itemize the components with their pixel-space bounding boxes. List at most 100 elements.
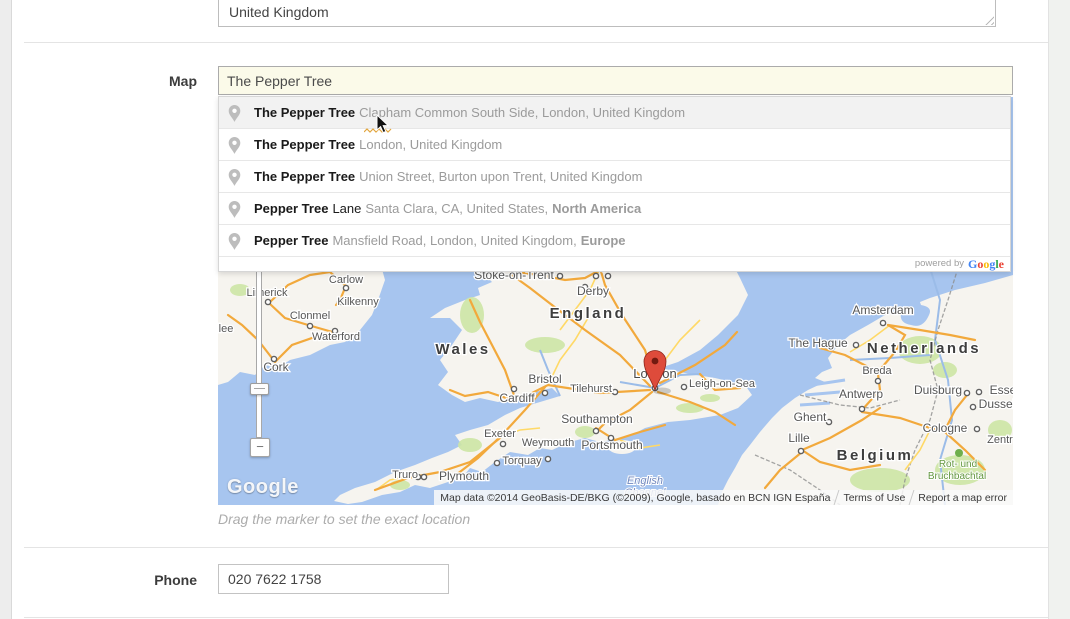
resize-grip-icon[interactable] [984,15,994,25]
map-label: Truro [392,469,418,481]
map-label: Kilkenny [337,296,379,308]
autocomplete-item-detail: London, United Kingdom [359,137,502,152]
location-pin-icon [228,136,241,154]
zoom-slider-handle[interactable] [250,383,269,395]
autocomplete-list: The Pepper Tree Clapham Common South Side… [219,97,1010,256]
city-dot [875,378,880,383]
map-label: Cork [263,360,289,374]
phone-input[interactable] [218,564,449,594]
city-dot [974,426,979,431]
autocomplete-item-name-suffix: Lane [332,201,361,216]
map-label: Southampton [561,412,632,426]
map-label: Rot- und [939,459,977,470]
attribution-separator [909,490,915,505]
phone-field-label: Phone [0,572,197,588]
map-label: The Hague [788,336,848,350]
location-pin-icon [228,200,241,218]
map-label: Exeter [484,428,516,440]
autocomplete-dropdown: The Pepper Tree Clapham Common South Side… [218,96,1011,272]
left-gutter [0,0,12,619]
city-dot [853,342,858,347]
location-pin-icon [228,232,241,250]
map-attribution-text: Map data ©2014 GeoBasis-DE/BKG (©2009), … [440,492,830,504]
google-logo: Google [968,255,1004,273]
autocomplete-item-region: North America [552,201,641,216]
autocomplete-item[interactable]: The Pepper Tree London, United Kingdom [219,128,1010,160]
country-textarea[interactable]: United Kingdom [218,0,996,27]
map-label: Dussel [979,397,1013,411]
map-label: Cologne [923,421,968,435]
city-dot [307,323,312,328]
city-dot [421,474,426,479]
autocomplete-item[interactable]: The Pepper Tree Clapham Common South Side… [219,97,1010,128]
autocomplete-item-region: Europe [581,233,626,248]
autocomplete-item-detail: Mansfield Road, London, United Kingdom, [332,233,576,248]
page: United Kingdom Map The Pepper TreeClapha… [0,0,1070,619]
map-label: Waterford [312,331,360,343]
map-label: Ghent [794,410,827,424]
city-dot [964,390,969,395]
city-dot [545,456,550,461]
map-label: Clonmel [290,310,330,322]
map-caption: Drag the marker to set the exact locatio… [218,511,470,527]
autocomplete-item[interactable]: Pepper TreeMansfield Road, London, Unite… [219,224,1010,256]
autocomplete-item-name: The Pepper Tree [254,105,355,120]
city-dot [593,428,598,433]
map-label: England [550,305,627,322]
map-label: Netherlands [867,340,981,357]
map-label: Amsterdam [852,303,913,317]
divider [24,617,1048,618]
divider [24,42,1048,43]
city-dot [976,389,981,394]
map-label: Breda [862,365,892,377]
map-label: Torquay [502,455,542,467]
map-label: Zentr [987,434,1013,446]
report-map-error-link[interactable]: Report a map error [918,492,1007,504]
city-dot [880,320,885,325]
attribution-separator [834,490,840,505]
city-dot [798,448,803,453]
map-search-input[interactable] [218,66,1013,95]
map-label: Weymouth [522,437,574,449]
location-pin-icon [228,168,241,186]
autocomplete-item-name: The Pepper Tree [254,169,355,184]
map-label: Antwerp [839,387,883,401]
terms-of-use-link[interactable]: Terms of Use [843,492,905,504]
powered-by-google: powered by Google [219,256,1010,271]
city-dot [494,460,499,465]
autocomplete-item-name: The Pepper Tree [254,137,355,152]
park-tree-icon [955,449,963,457]
city-dot [343,285,348,290]
autocomplete-item-detail: Clapham Common South Side, London, Unite… [359,105,685,120]
autocomplete-item[interactable]: Pepper TreeLaneSanta Clara, CA, United S… [219,192,1010,224]
zoom-out-button[interactable]: − [250,438,270,457]
autocomplete-item[interactable]: The Pepper Tree Union Street, Burton upon… [219,160,1010,192]
city-dot [826,419,831,424]
map-label: Tilehurst [570,383,612,395]
city-dot [612,389,617,394]
google-logo-letter: G [968,257,977,271]
autocomplete-item-detail: Union Street, Burton upon Trent, United … [359,169,642,184]
city-dot [593,273,598,278]
map-label: Belgium [837,447,914,464]
map-label: English [627,475,663,487]
map-label: Lille [788,431,810,445]
map-label: Carlow [329,274,363,286]
map-label: Limerick [247,287,288,299]
map-label: Leigh-on-Sea [689,378,756,390]
map-label: Wales [435,341,490,358]
map-label: Bristol [528,372,561,386]
map-label: Duisburg [914,383,962,397]
city-dot [605,273,610,278]
map-label: lee [219,323,234,335]
location-pin-icon [228,104,241,122]
map-label: Cardiff [499,391,535,405]
city-dot [970,404,975,409]
map-label: Plymouth [439,469,489,483]
divider [24,547,1048,548]
map-attribution-bar: Map data ©2014 GeoBasis-DE/BKG (©2009), … [434,490,1013,505]
autocomplete-item-name: Pepper Tree [254,201,328,216]
city-dot [500,441,505,446]
city-dot [557,273,562,278]
google-watermark[interactable]: Google [227,476,299,499]
